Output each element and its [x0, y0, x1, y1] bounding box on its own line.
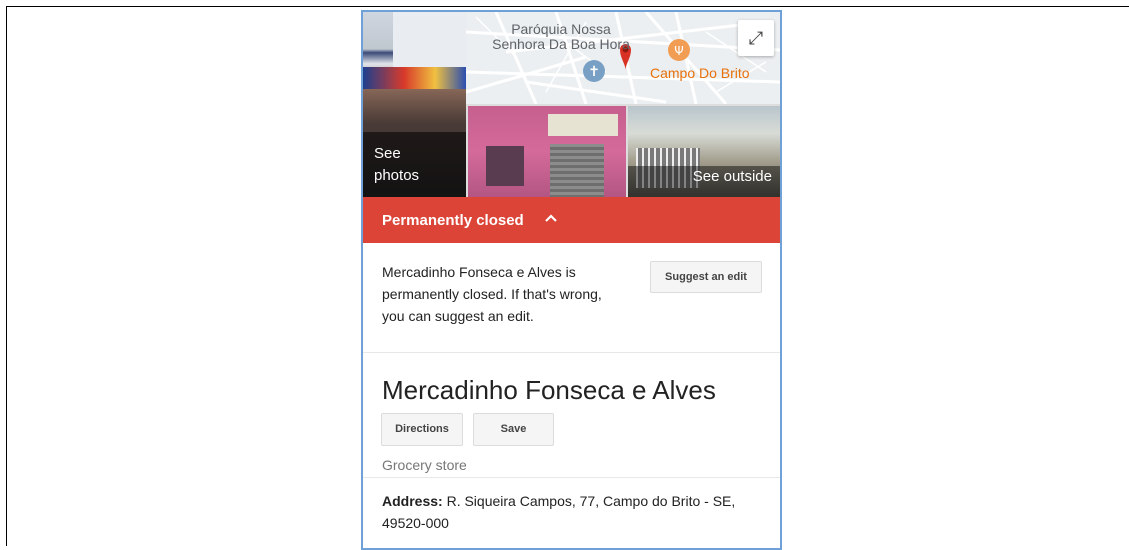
svg-text:Ψ: Ψ [674, 44, 683, 58]
knowledge-panel: See photos ✝ Ψ Paróquia Nossa Senhora Da… [361, 10, 782, 550]
suggest-edit-button[interactable]: Suggest an edit [650, 261, 762, 293]
banner-text: Permanently closed [382, 212, 524, 229]
street-photo[interactable] [468, 106, 626, 197]
chevron-up-icon[interactable] [544, 211, 558, 225]
svg-text:✝: ✝ [588, 64, 600, 80]
directions-button[interactable]: Directions [381, 413, 463, 446]
expand-icon[interactable]: ⤢ [738, 20, 774, 56]
closed-message: Mercadinho Fonseca e Alves is permanentl… [382, 264, 602, 324]
save-button[interactable]: Save [473, 413, 554, 446]
place-category: Grocery store [382, 457, 467, 473]
map-thumbnail[interactable]: ✝ Ψ Paróquia Nossa Senhora Da Boa Hora C… [466, 12, 780, 104]
see-photos-link[interactable]: See photos [374, 143, 419, 187]
divider [363, 477, 780, 478]
photo-strip: See photos ✝ Ψ Paróquia Nossa Senhora Da… [363, 12, 780, 197]
permanently-closed-banner[interactable]: Permanently closed [363, 197, 780, 243]
address-label: Address: [382, 493, 443, 509]
address-row: Address: R. Siqueira Campos, 77, Campo d… [382, 490, 767, 534]
place-title: Mercadinho Fonseca e Alves [382, 375, 716, 405]
divider [363, 352, 780, 353]
see-outside-link[interactable]: See outside [693, 168, 772, 185]
map-label-place: Campo Do Brito [650, 65, 750, 81]
map-label-church: Paróquia Nossa Senhora Da Boa Hora [492, 21, 630, 52]
